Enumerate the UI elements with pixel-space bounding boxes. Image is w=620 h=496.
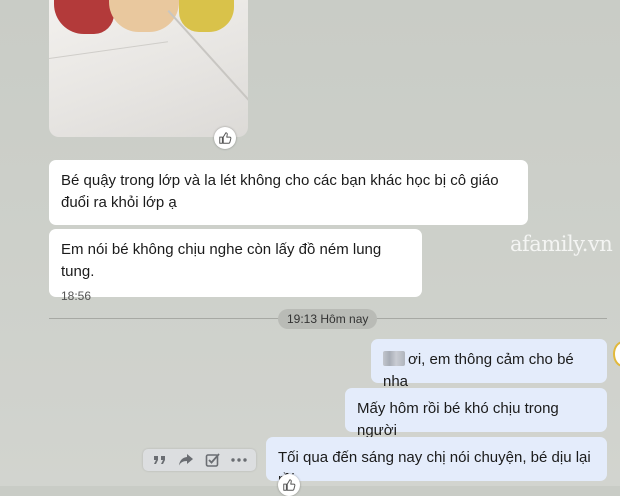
more-icon	[231, 458, 247, 462]
add-task-icon	[205, 453, 220, 467]
message-action-toolbar	[143, 449, 256, 471]
outgoing-message[interactable]: ơi, em thông cảm cho bé nha	[371, 339, 607, 390]
forward-button[interactable]	[175, 450, 197, 470]
quote-icon	[154, 456, 166, 464]
incoming-message[interactable]: Bé quậy trong lớp và la lét không cho cá…	[49, 160, 528, 225]
message-text: Mấy hôm rồi bé khó chịu trong người	[357, 400, 559, 439]
thumbs-up-icon	[219, 132, 232, 144]
message-text: ơi, em thông cảm cho bé nha	[383, 351, 574, 390]
incoming-message[interactable]: Em nói bé không chịu nghe còn lấy đồ ném…	[49, 229, 422, 303]
message-reaction-button[interactable]	[278, 474, 300, 496]
photo-content	[179, 0, 234, 32]
message-text: Bé quậy trong lớp và la lét không cho cá…	[61, 172, 499, 211]
blurred-name	[383, 351, 405, 366]
thumbs-up-icon	[283, 479, 296, 491]
message-time: 18:56	[61, 289, 92, 303]
message-text: Em nói bé không chịu nghe còn lấy đồ ném…	[61, 241, 382, 280]
outgoing-message[interactable]: Mấy hôm rồi bé khó chịu trong người	[345, 388, 607, 439]
watermark: afamily.vn	[510, 232, 613, 256]
photo-content	[49, 41, 168, 59]
photo-content	[54, 0, 114, 34]
outgoing-message[interactable]: Tối qua đến sáng nay chị nói chuyện, bé …	[266, 437, 607, 488]
photo-content	[109, 0, 179, 32]
message-text: Tối qua đến sáng nay chị nói chuyện, bé …	[278, 449, 591, 488]
avatar[interactable]	[613, 341, 620, 367]
quote-button[interactable]	[149, 450, 171, 470]
photo-reaction-button[interactable]	[214, 127, 236, 149]
photo-message[interactable]	[49, 0, 248, 137]
more-button[interactable]	[228, 450, 250, 470]
forward-icon	[179, 454, 194, 466]
add-task-button[interactable]	[202, 450, 224, 470]
date-separator: 19:13 Hôm nay	[278, 309, 378, 329]
